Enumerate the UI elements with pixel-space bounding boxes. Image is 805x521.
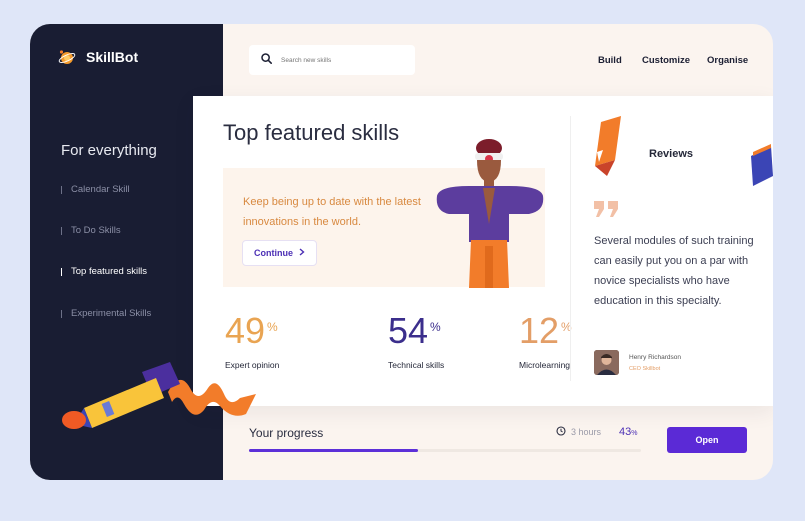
progress-percent-unit: % [631, 430, 638, 437]
time-spent-label: 3 hours [571, 427, 602, 437]
sidebar-item-label: Top featured skills [71, 266, 148, 277]
sidebar-item-to-do-skills[interactable]: To Do Skills [61, 225, 121, 236]
open-button[interactable]: Open [667, 427, 747, 453]
skillbot-logo-icon [58, 48, 76, 66]
progress-percent-value: 43 [619, 426, 632, 438]
reviewer-name: Henry Richardson [629, 353, 682, 361]
chevron-right-icon [299, 248, 305, 258]
stat-unit: % [430, 320, 441, 334]
pencil-ribbon-illustration [62, 362, 256, 429]
stat-value: 54 [388, 310, 429, 351]
review-text: Several modules of such training can eas… [594, 235, 754, 307]
search-bar[interactable] [249, 45, 415, 75]
progress-track [249, 449, 641, 452]
continue-label: Continue [254, 248, 293, 258]
time-spent: 3 hours [556, 426, 601, 438]
nav-build[interactable]: Build [598, 55, 622, 66]
progress-fill [249, 449, 418, 452]
stat-technical-skills: 54% Technical skills [388, 308, 445, 371]
progress-title: Your progress [249, 426, 324, 440]
sidebar-tick [61, 309, 62, 318]
logo[interactable]: SkillBot [58, 48, 138, 66]
quote-icon [593, 200, 621, 223]
avatar [594, 350, 619, 375]
nav-customize[interactable]: Customize [642, 55, 690, 66]
search-input[interactable] [281, 56, 401, 64]
book-illustration-right [751, 144, 773, 186]
sidebar-item-label: Experimental Skills [71, 308, 152, 319]
brand-name: SkillBot [86, 49, 139, 65]
sidebar-heading: For everything [61, 142, 157, 159]
reviews-title: Reviews [649, 148, 694, 160]
page-title: Top featured skills [223, 120, 400, 145]
sidebar-item-experimental-skills[interactable]: Experimental Skills [61, 308, 151, 319]
stat-label: Microlearning [519, 360, 571, 370]
sidebar-item-calendar-skill[interactable]: Calendar Skill [61, 184, 130, 195]
progress-percent: 43% [619, 426, 637, 438]
person-namaste-illustration [436, 139, 544, 288]
stat-unit: % [267, 320, 278, 334]
continue-button[interactable]: Continue [242, 240, 317, 266]
stat-value: 12 [519, 310, 560, 351]
sidebar-item-top-featured-skills[interactable]: Top featured skills [61, 266, 147, 277]
reviewer: Henry Richardson CEO Skillbot [594, 350, 681, 375]
stat-value: 49 [225, 310, 266, 351]
nav-organise[interactable]: Organise [707, 55, 748, 66]
promo-text: Keep being up to date with the latest in… [243, 196, 421, 228]
clock-icon [556, 426, 566, 438]
search-icon [261, 51, 272, 69]
stat-label: Technical skills [388, 360, 445, 370]
book-illustration-left [595, 116, 621, 176]
featured-skills-card: Top featured skills Keep being up to dat… [193, 96, 773, 406]
sidebar-tick [61, 267, 62, 276]
sidebar-item-label: Calendar Skill [71, 184, 130, 195]
sidebar-tick [61, 226, 62, 235]
reviewer-role: CEO Skillbot [629, 365, 661, 372]
card-divider [570, 116, 571, 381]
sidebar-tick [61, 185, 62, 194]
sidebar-item-label: To Do Skills [71, 225, 121, 236]
stat-microlearning: 12% Microlearning [519, 308, 572, 371]
